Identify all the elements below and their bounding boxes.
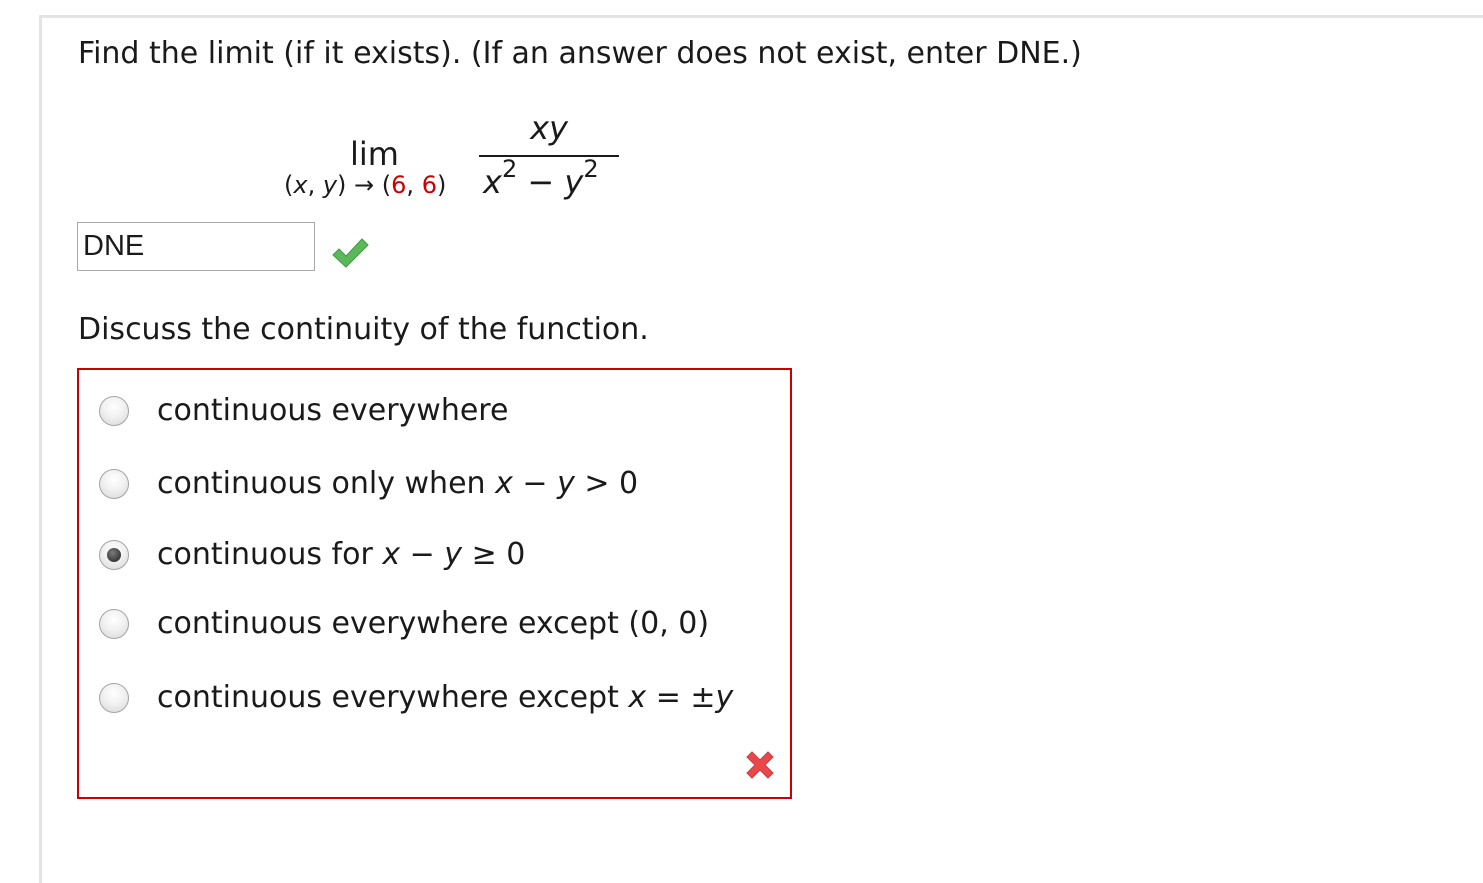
option-text-part: x — [628, 680, 647, 715]
continuity-option-label: continuous for x − y ≥ 0 — [157, 535, 525, 575]
option-text-part: ≥ 0 — [462, 537, 526, 572]
continuity-option-2[interactable]: continuous only when x − y > 0 — [79, 466, 779, 516]
den-y: y — [564, 163, 584, 201]
continuity-option-3[interactable]: continuous for x − y ≥ 0 — [79, 537, 779, 587]
limit-approach: (x, y) → (6, 6) — [284, 170, 446, 200]
den-exp-x: 2 — [501, 155, 518, 184]
fraction-denominator: x2 − y2 — [483, 157, 599, 202]
continuity-option-1[interactable]: continuous everywhere — [79, 393, 779, 443]
approach-var-y: y — [322, 171, 338, 199]
continuity-option-label: continuous everywhere — [157, 391, 508, 431]
check-icon — [332, 238, 369, 268]
option-text-part: x — [495, 466, 513, 501]
approach-open: ( — [284, 171, 294, 199]
approach-arrow: ) → ( — [337, 171, 392, 199]
option-text-part: continuous everywhere except (0, 0) — [157, 606, 710, 641]
frame-top-border — [40, 15, 1483, 18]
option-text-part: continuous for — [157, 537, 383, 572]
approach-var-x: x — [293, 171, 308, 199]
limit-operator: lim — [350, 135, 399, 173]
radio-button[interactable] — [99, 469, 129, 499]
radio-button[interactable] — [99, 396, 129, 426]
option-text-part: > 0 — [574, 466, 639, 501]
continuity-option-5[interactable]: continuous everywhere except x = ±y — [79, 680, 779, 730]
radio-button[interactable] — [99, 683, 129, 713]
continuity-option-label: continuous everywhere except x = ±y — [157, 678, 733, 718]
option-text-part: y — [557, 466, 575, 501]
option-text-part: = ± — [646, 680, 716, 715]
approach-point-y: 6 — [421, 171, 437, 199]
option-text-part: − — [400, 537, 445, 572]
x-icon — [746, 751, 774, 779]
continuity-option-4[interactable]: continuous everywhere except (0, 0) — [79, 606, 779, 656]
question1-prompt: Find the limit (if it exists). (If an an… — [78, 36, 1082, 71]
option-text-part: y — [444, 537, 463, 572]
question2-prompt: Discuss the continuity of the function. — [78, 312, 649, 347]
option-text-part: − — [512, 466, 558, 501]
frame-left-border — [39, 15, 42, 883]
den-x: x — [483, 163, 502, 201]
den-minus: − — [517, 163, 565, 201]
continuity-option-label: continuous only when x − y > 0 — [157, 464, 638, 504]
option-text-part: continuous everywhere except — [157, 680, 629, 715]
limit-answer-input[interactable]: DNE — [77, 222, 315, 271]
continuity-options-group: continuous everywhere continuous only whe… — [77, 368, 792, 799]
approach-point-x: 6 — [391, 171, 407, 199]
radio-button-selected[interactable] — [99, 540, 129, 570]
approach-comma: , — [307, 171, 323, 199]
fraction-numerator: xy — [530, 109, 568, 147]
den-exp-y: 2 — [583, 155, 599, 184]
option-text-part: y — [715, 680, 734, 715]
approach-close: ) — [436, 171, 447, 199]
option-text-part: continuous only when — [157, 466, 496, 501]
radio-button[interactable] — [99, 609, 129, 639]
option-text-part: x — [382, 537, 401, 572]
approach-point-comma: , — [406, 171, 422, 199]
continuity-option-label: continuous everywhere except (0, 0) — [157, 604, 709, 644]
option-text-part: continuous everywhere — [157, 393, 509, 428]
